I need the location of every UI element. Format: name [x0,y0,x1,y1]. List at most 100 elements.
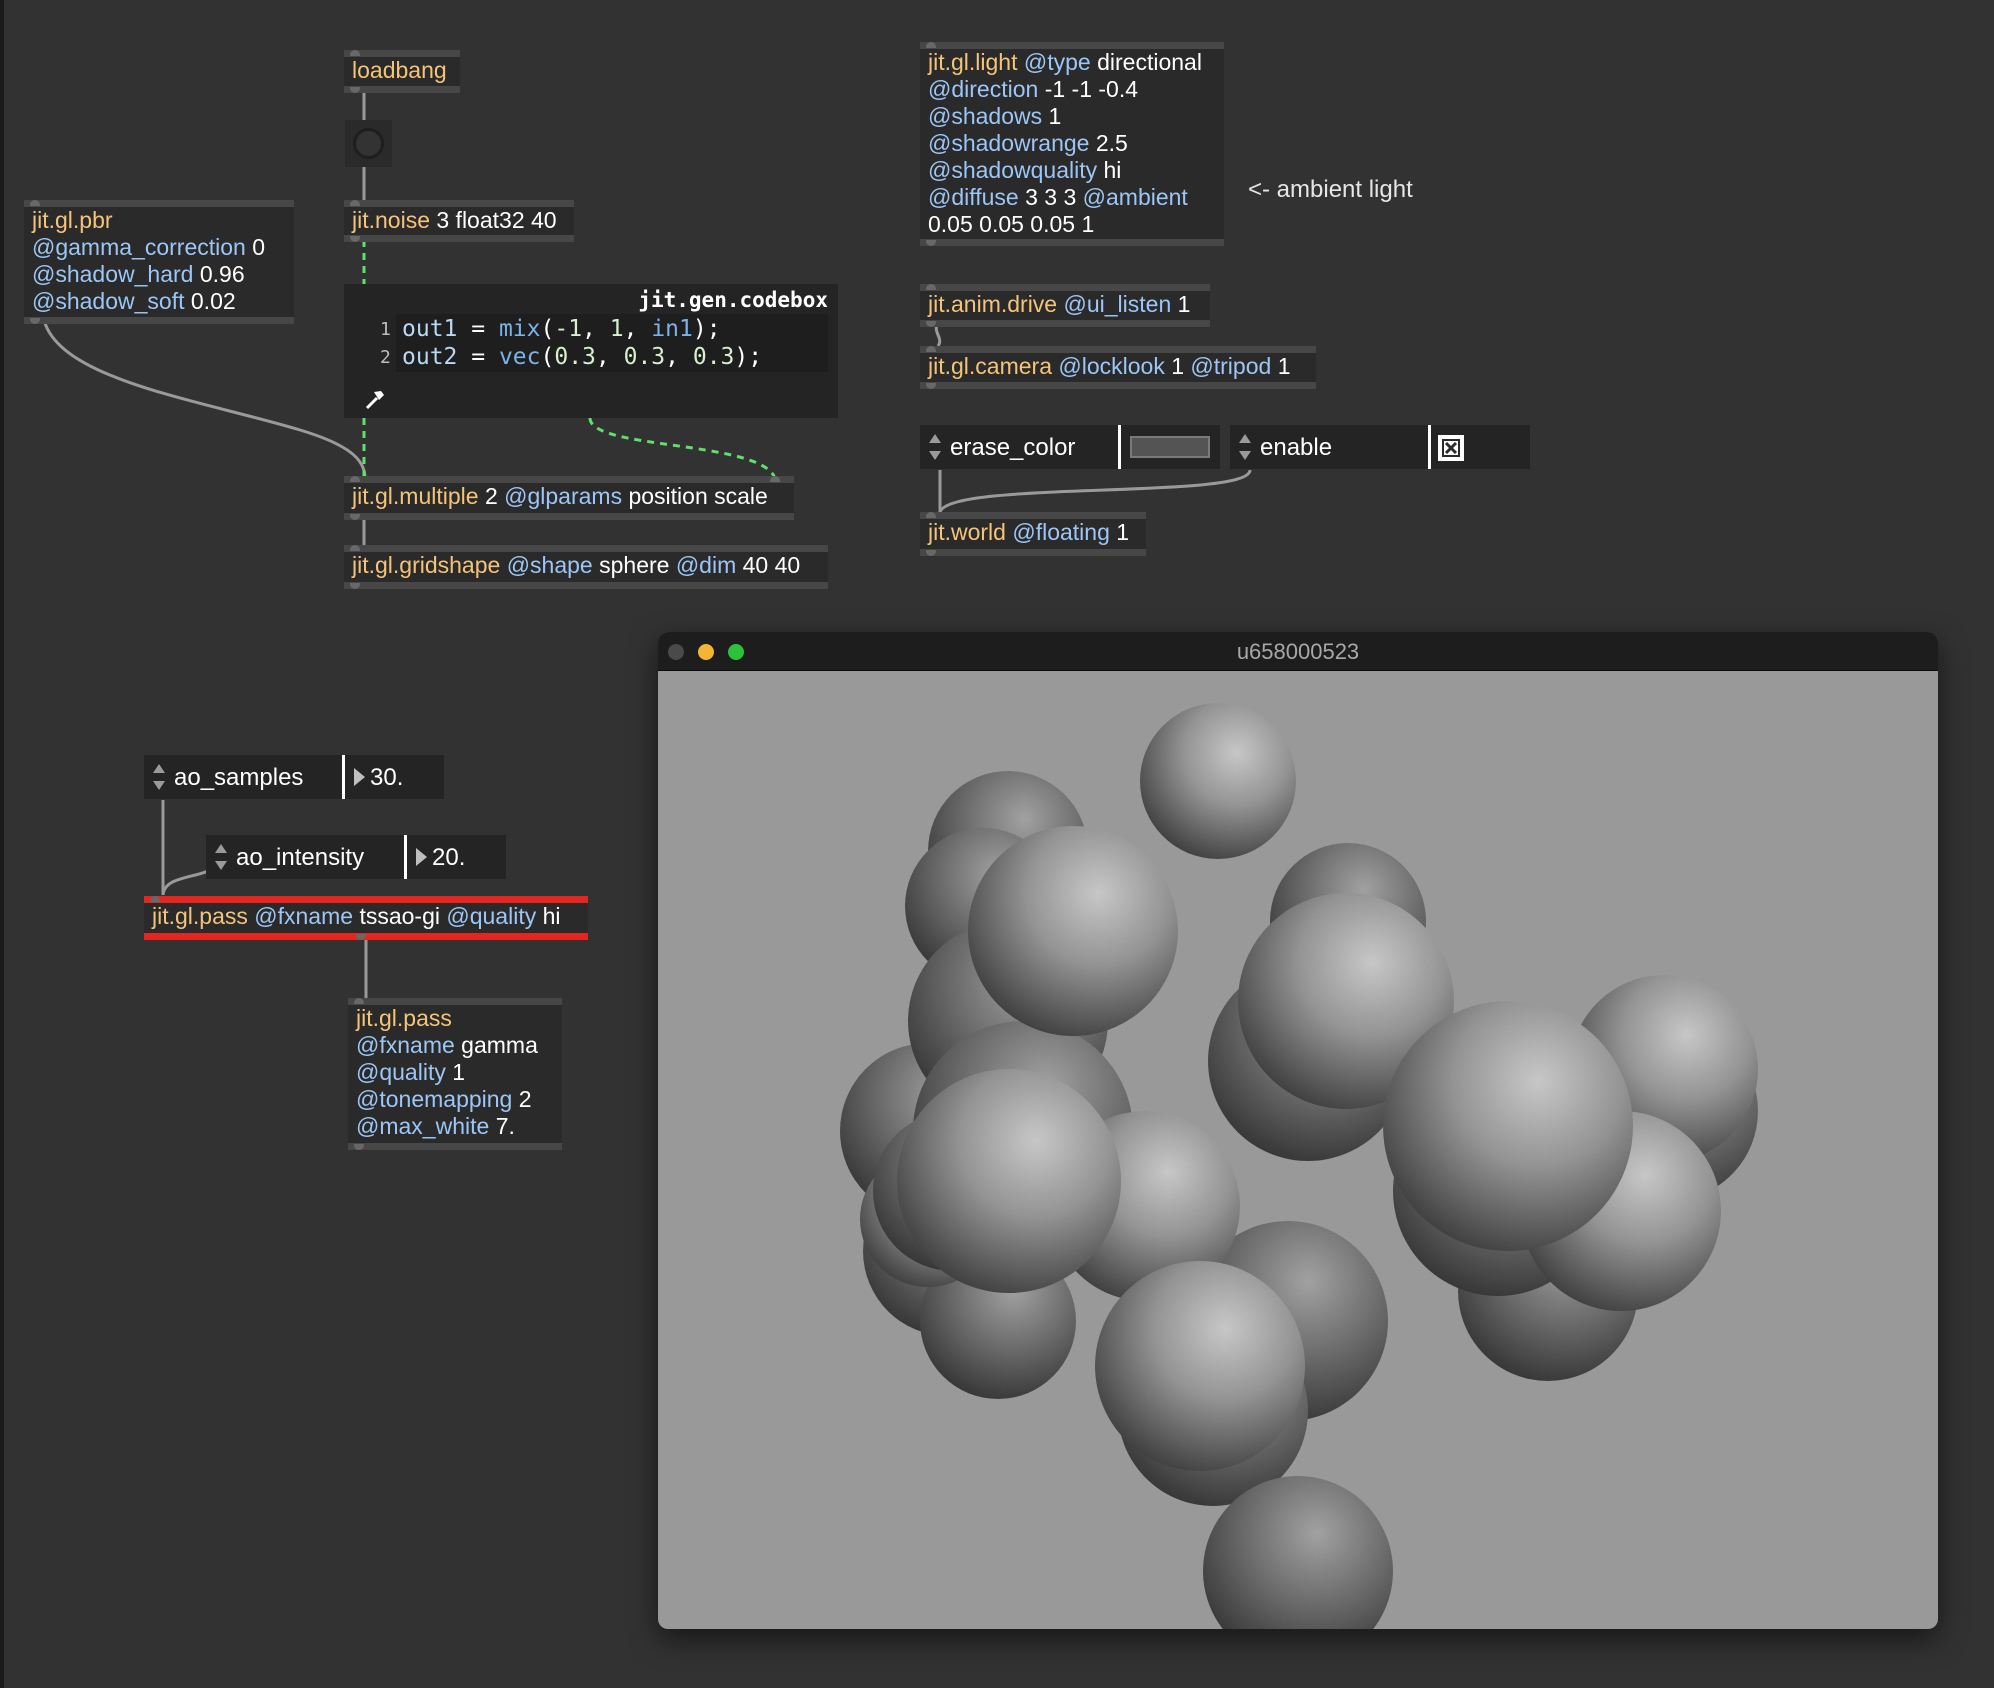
pass-gamma-val-max-white: 7. [495,1113,515,1139]
anim-name: jit.anim.drive [928,291,1058,317]
light-attr-shadowrange: @shadowrange [928,130,1090,156]
cord-codebox-multiple-right [588,417,777,479]
jit-gen-codebox[interactable]: jit.gen.codebox 1 2 out1 = mix(-1, 1, in… [344,284,838,418]
light-attr-type: @type [1023,49,1091,75]
pass-gamma-val-fxname: gamma [461,1032,538,1058]
multiple-val: position scale [628,483,768,509]
enable-checkbox[interactable] [1438,435,1464,461]
erase-color-swatch[interactable] [1130,436,1210,458]
multiple-name: jit.gl.multiple [352,483,479,509]
camera-name: jit.gl.camera [928,353,1052,379]
up-down-arrows-icon[interactable] [928,432,942,462]
light-val-direction: -1 -1 -0.4 [1044,76,1139,102]
sphere [1095,1261,1305,1471]
pbr-val-shadow-soft: 0.02 [190,288,236,314]
multiple-arg: 2 [484,483,498,509]
attrui-enable[interactable]: enable [1230,425,1530,469]
jit-noise-object[interactable]: jit.noise 3 float32 40 [344,200,574,242]
gridshape-attr-shape: @shape [506,552,593,578]
loadbang-label: loadbang [352,57,447,83]
pass-gamma-name: jit.gl.pass [356,1005,452,1031]
world-name: jit.world [928,519,1006,545]
up-down-arrows-icon[interactable] [1238,432,1252,462]
ao-intensity-value[interactable]: 20. [432,844,465,872]
camera-attr-tripod: @tripod [1190,353,1272,379]
attrui-erase-color[interactable]: erase_color [920,425,1220,469]
jit-gl-pbr-object[interactable]: jit.gl.pbr @gamma_correction 0 @shadow_h… [24,200,294,324]
number-triangle-icon [416,848,427,866]
world-attr: @floating [1012,519,1110,545]
line-number-2: 2 [380,347,391,368]
pass-ao-name: jit.gl.pass [152,903,248,929]
attrui-ao-samples[interactable]: ao_samples 30. [144,755,444,799]
ao-samples-label: ao_samples [174,764,304,791]
render-viewport[interactable] [658,671,1938,1629]
light-attr-ambient: @ambient [1082,184,1188,210]
jit-gl-light-object[interactable]: jit.gl.light @type directional @directio… [920,42,1224,246]
camera-val-tripod: 1 [1277,353,1291,379]
gridshape-name: jit.gl.gridshape [352,552,501,578]
pass-ao-val-fxname: tssao-gi [359,903,440,929]
cord-enable-world [938,469,1252,513]
anim-val: 1 [1177,291,1191,317]
jit-gl-gridshape-object[interactable]: jit.gl.gridshape @shape sphere @dim 40 4… [344,545,828,589]
gridshape-val-dim: 40 40 [742,552,801,578]
erase-color-label: erase_color [950,434,1076,461]
sphere-cluster [840,703,1758,1629]
ao-intensity-label: ao_intensity [236,844,365,871]
world-val: 1 [1116,519,1130,545]
number-triangle-icon [354,768,365,786]
jit-anim-drive-object[interactable]: jit.anim.drive @ui_listen 1 [920,284,1210,327]
pass-gamma-val-quality: 1 [452,1059,466,1085]
pbr-attr-shadow-hard: @shadow_hard [32,261,194,287]
enable-label: enable [1260,434,1333,461]
pbr-attr-gamma: @gamma_correction [32,234,246,260]
pbr-val-gamma: 0 [252,234,266,260]
light-val-shadowquality: hi [1103,157,1122,183]
hammer-icon[interactable] [364,388,386,410]
bang-circle-icon [353,128,384,159]
pbr-name: jit.gl.pbr [32,207,113,233]
pbr-val-shadow-hard: 0.96 [199,261,245,287]
codebox-title: jit.gen.codebox [638,288,828,312]
light-val-shadows: 1 [1048,103,1062,129]
jit-world-object[interactable]: jit.world @floating 1 [920,512,1146,556]
sphere [1383,1001,1633,1251]
jit-noise-name: jit.noise [352,207,430,233]
up-down-arrows-icon[interactable] [152,762,166,792]
pass-ao-val-quality: hi [542,903,561,929]
camera-val-locklook: 1 [1171,353,1185,379]
left-edge [0,0,4,1688]
attrui-ao-intensity[interactable]: ao_intensity 20. [206,835,506,879]
pass-gamma-attr-fxname: @fxname [356,1032,455,1058]
light-val-type: directional [1097,49,1202,75]
code-line-2: out2 = vec(0.3, 0.3, 0.3); [402,344,763,370]
loadbang-object[interactable]: loadbang [344,50,460,93]
anim-attr: @ui_listen [1063,291,1172,317]
render-window[interactable]: u658000523 [658,632,1938,1629]
light-attr-shadows: @shadows [928,103,1043,129]
light-attr-shadowquality: @shadowquality [928,157,1098,183]
window-titlebar[interactable]: u658000523 [658,632,1938,671]
jit-noise-args: 3 float32 40 [436,207,557,233]
light-val-shadowrange: 2.5 [1095,130,1128,156]
pbr-attr-shadow-soft: @shadow_soft [32,288,185,314]
multiple-attr: @glparams [504,483,623,509]
gridshape-val-shape: sphere [599,552,670,578]
code-line-1: out1 = mix(-1, 1, in1); [402,316,721,342]
sphere [1140,703,1296,859]
sphere [968,826,1178,1036]
sphere [897,1069,1121,1293]
jit-gl-camera-object[interactable]: jit.gl.camera @locklook 1 @tripod 1 [920,346,1316,389]
patcher-canvas[interactable]: loadbang jit.noise 3 float32 40 jit.gl.p… [0,0,1994,1688]
jit-gl-pass-gamma-object[interactable]: jit.gl.pass @fxname gamma @quality 1 @to… [348,998,562,1150]
up-down-arrows-icon[interactable] [214,842,228,872]
light-attr-diffuse: @diffuse [928,184,1019,210]
light-name: jit.gl.light [928,49,1018,75]
pass-gamma-attr-tonemapping: @tonemapping [356,1086,513,1112]
bang-button[interactable] [345,120,392,167]
jit-gl-multiple-object[interactable]: jit.gl.multiple 2 @glparams position sca… [344,476,794,520]
ao-samples-value[interactable]: 30. [370,764,403,792]
light-val-diffuse: 3 3 3 [1025,184,1077,210]
jit-gl-pass-tssao-object[interactable]: jit.gl.pass @fxname tssao-gi @quality hi [144,896,588,940]
